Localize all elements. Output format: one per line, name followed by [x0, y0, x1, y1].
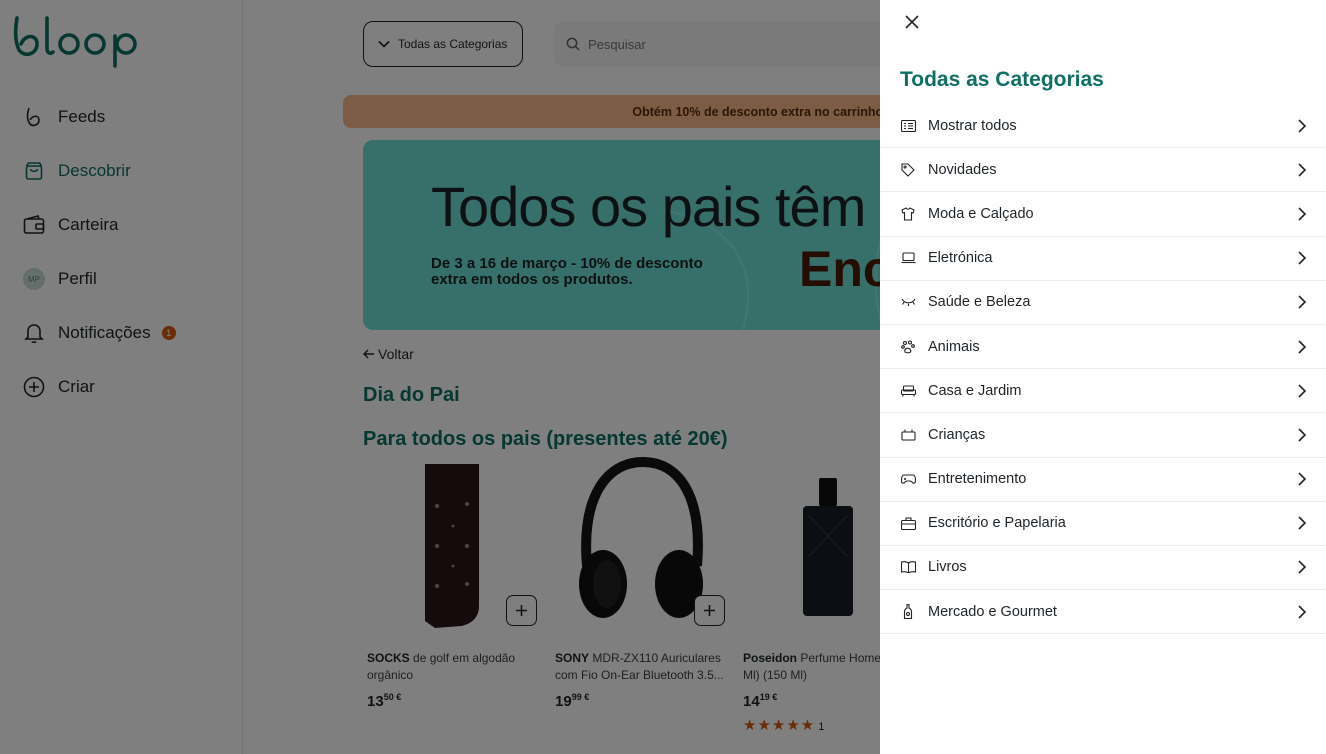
category-label: Moda e Calçado	[928, 205, 1034, 222]
category-label: Casa e Jardim	[928, 382, 1022, 399]
category-item-casa-jardim[interactable]: Casa e Jardim	[880, 369, 1326, 414]
briefcase-icon	[900, 515, 916, 531]
shirt-icon	[900, 206, 916, 222]
category-item-criancas[interactable]: Crianças	[880, 413, 1326, 458]
category-label: Livros	[928, 559, 967, 576]
laptop-icon	[900, 250, 916, 266]
chevron-right-icon	[1296, 339, 1308, 355]
category-item-mercado-gourmet[interactable]: Mercado e Gourmet	[880, 590, 1326, 635]
category-item-entretenimento[interactable]: Entretenimento	[880, 458, 1326, 502]
category-item-eletronica[interactable]: Eletrónica	[880, 237, 1326, 281]
list-icon	[900, 118, 916, 134]
chevron-right-icon	[1296, 250, 1308, 266]
chevron-right-icon	[1296, 206, 1308, 222]
category-item-escritorio-papelaria[interactable]: Escritório e Papelaria	[880, 502, 1326, 546]
modal-backdrop[interactable]	[0, 0, 880, 754]
close-icon	[905, 15, 919, 29]
category-label: Animais	[928, 338, 980, 355]
category-label: Escritório e Papelaria	[928, 515, 1066, 532]
category-list: Mostrar todos Novidades Moda e Calçado E…	[880, 104, 1326, 635]
chevron-right-icon	[1296, 118, 1308, 134]
close-button[interactable]	[902, 12, 922, 32]
category-item-livros[interactable]: Livros	[880, 546, 1326, 591]
category-drawer: Todas as Categorias Mostrar todos Novida…	[880, 0, 1326, 754]
sofa-icon	[900, 383, 916, 399]
chevron-right-icon	[1296, 515, 1308, 531]
category-label: Novidades	[928, 161, 997, 178]
chevron-right-icon	[1296, 471, 1308, 487]
gamepad-icon	[900, 471, 916, 487]
category-item-saude-beleza[interactable]: Saúde e Beleza	[880, 281, 1326, 325]
bottle-icon	[900, 604, 916, 620]
category-item-animais[interactable]: Animais	[880, 325, 1326, 370]
category-label: Entretenimento	[928, 471, 1027, 488]
category-item-novidades[interactable]: Novidades	[880, 148, 1326, 193]
category-label: Crianças	[928, 426, 986, 443]
tag-icon	[900, 162, 916, 178]
paw-icon	[900, 339, 916, 355]
category-item-moda-calcado[interactable]: Moda e Calçado	[880, 192, 1326, 237]
drawer-title: Todas as Categorias	[900, 68, 1104, 91]
chevron-right-icon	[1296, 427, 1308, 443]
category-item-mostrar-todos[interactable]: Mostrar todos	[880, 104, 1326, 149]
crib-icon	[900, 427, 916, 443]
category-label: Eletrónica	[928, 250, 993, 267]
chevron-right-icon	[1296, 162, 1308, 178]
chevron-right-icon	[1296, 604, 1308, 620]
eyelash-icon	[900, 294, 916, 310]
chevron-right-icon	[1296, 294, 1308, 310]
chevron-right-icon	[1296, 383, 1308, 399]
category-label: Mostrar todos	[928, 117, 1017, 134]
category-label: Saúde e Beleza	[928, 294, 1031, 311]
chevron-right-icon	[1296, 559, 1308, 575]
book-icon	[900, 559, 916, 575]
category-label: Mercado e Gourmet	[928, 603, 1057, 620]
